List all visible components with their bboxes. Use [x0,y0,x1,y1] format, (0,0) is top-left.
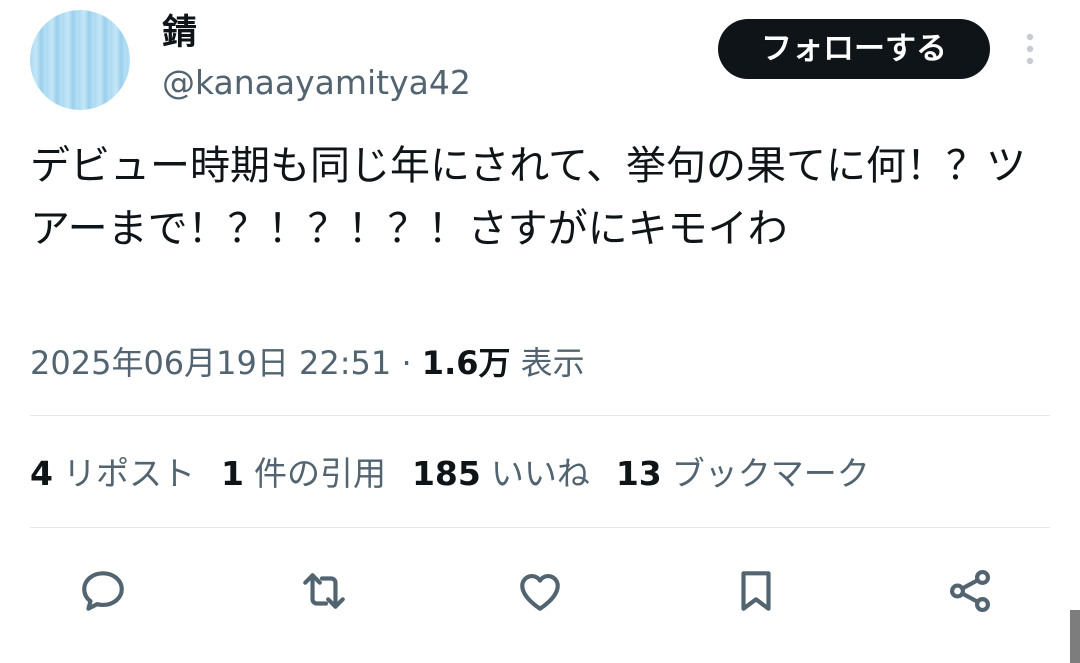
views-label: 表示 [520,344,585,382]
stat-quotes[interactable]: 1 件の引用 [221,451,386,497]
stat-label: いいね [490,454,590,493]
stat-reposts[interactable]: 4 リポスト [30,451,195,497]
tweet-meta: 2025年06月19日 22:51 · 1.6万 表示 [30,340,585,386]
scrollbar-thumb[interactable] [1070,610,1080,663]
stat-likes[interactable]: 185 いいね [412,451,590,497]
views-count: 1.6万 [421,344,511,382]
avatar[interactable] [30,10,130,110]
timestamp[interactable]: 2025年06月19日 22:51 [30,344,391,382]
stat-count: 185 [411,454,481,493]
divider [30,415,1050,416]
engagement-stats: 4 リポスト 1 件の引用 185 いいね 13 ブックマーク [30,451,896,497]
stat-bookmarks[interactable]: 13 ブックマーク [616,451,870,497]
stat-count: 13 [615,454,662,493]
stat-label: リポスト [62,454,195,493]
stat-count: 1 [220,454,244,493]
follow-button[interactable]: フォローする [718,19,990,79]
stat-label: 件の引用 [253,454,386,493]
reply-icon[interactable] [78,566,128,616]
share-icon[interactable] [945,566,995,616]
like-icon[interactable] [515,566,565,616]
more-options-icon[interactable] [1016,30,1044,70]
divider [30,527,1050,528]
retweet-icon[interactable] [299,566,349,616]
user-handle[interactable]: @kanaayamitya42 [162,60,471,106]
stat-label: ブックマーク [671,454,870,493]
bookmark-icon[interactable] [731,566,781,616]
stat-count: 4 [30,454,53,493]
display-name[interactable]: 錆 [162,10,197,56]
tweet-text: デビュー時期も同じ年にされて、挙句の果てに何！？ツアーまで！？！？！？！さすがに… [30,143,1026,252]
meta-separator: · [401,344,412,382]
